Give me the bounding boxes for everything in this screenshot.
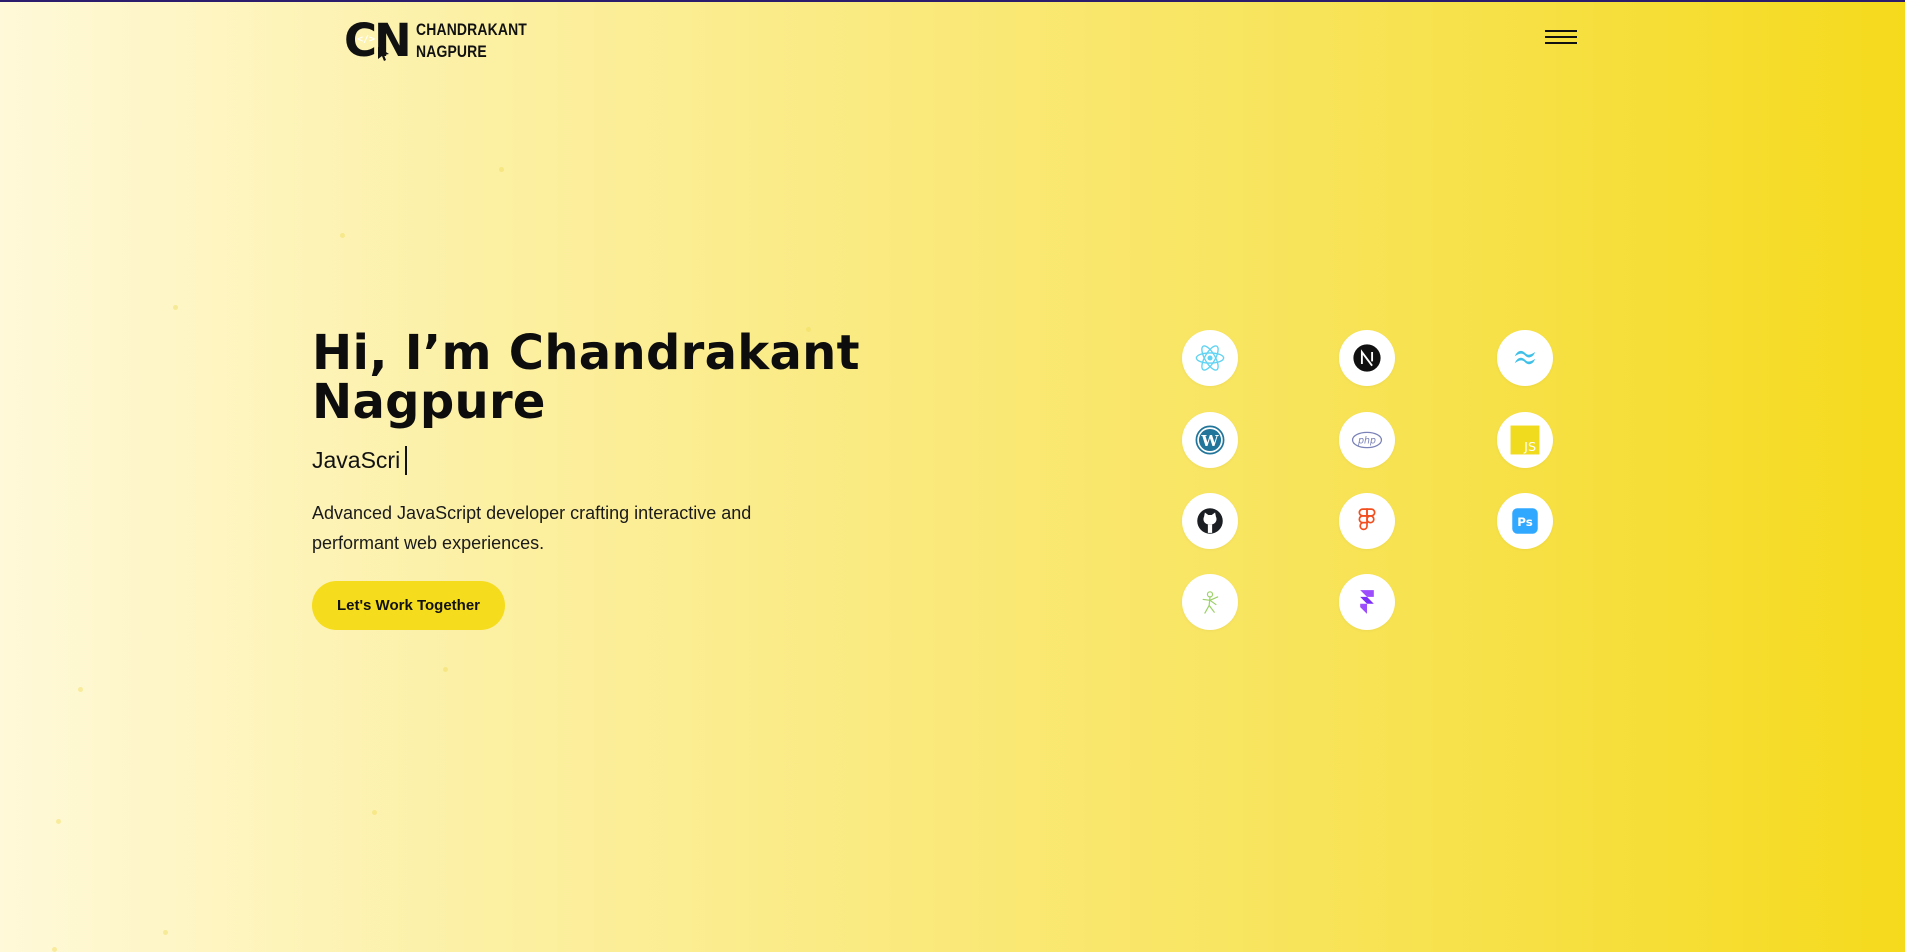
wordpress-logo: W: [1195, 425, 1225, 455]
react-logo: [1195, 345, 1225, 371]
typed-text: JavaScri: [312, 447, 401, 473]
work-together-button[interactable]: Let's Work Together: [312, 581, 505, 630]
framer-icon[interactable]: [1339, 574, 1395, 630]
php-logo: php: [1351, 431, 1383, 449]
cursor-arrow-icon: [378, 47, 389, 61]
wordpress-icon[interactable]: W: [1182, 412, 1238, 468]
php-icon[interactable]: php: [1339, 412, 1395, 468]
hero-title-line-2: Nagpure: [312, 374, 546, 430]
logo-code-glyph: </>: [357, 34, 376, 45]
typing-caret: [405, 445, 408, 475]
logo-wordmark: CHANDRAKANT NAGPURE: [416, 19, 527, 63]
hamburger-menu-button[interactable]: [1545, 30, 1577, 48]
github-logo: [1197, 508, 1223, 534]
background-dot: [78, 687, 83, 692]
hero-description: Advanced JavaScript developer crafting i…: [312, 503, 752, 553]
nextjs-logo: [1353, 344, 1381, 372]
figma-icon[interactable]: [1339, 493, 1395, 549]
javascript-icon[interactable]: JS: [1497, 412, 1553, 468]
svg-text:Ps: Ps: [1517, 515, 1533, 529]
site-logo[interactable]: CN </> CHANDRAKANT NAGPURE: [344, 18, 551, 64]
typed-role-text: JavaScri: [312, 445, 408, 475]
tailwind-icon[interactable]: [1497, 330, 1553, 386]
background-dot: [56, 819, 61, 824]
figma-logo: [1358, 508, 1376, 531]
svg-text:php: php: [1357, 435, 1376, 446]
background-dot: [340, 233, 345, 238]
github-icon[interactable]: [1182, 493, 1238, 549]
javascript-logo: JS: [1510, 425, 1540, 455]
logo-line-2: NAGPURE: [416, 42, 487, 61]
menu-bar: [1545, 30, 1577, 32]
background-dot: [163, 930, 168, 935]
svg-text:JS: JS: [1523, 440, 1536, 455]
threejs-icon[interactable]: [1182, 574, 1238, 630]
background-dot: [443, 667, 448, 672]
hero-title-line-1: Hi, I’m Chandrakant: [312, 325, 860, 381]
photoshop-icon[interactable]: Ps: [1497, 493, 1553, 549]
photoshop-logo: Ps: [1512, 508, 1538, 534]
framer-logo: [1360, 590, 1374, 614]
background-dot: [52, 947, 57, 952]
background-dot: [173, 305, 178, 310]
background-dot: [499, 167, 504, 172]
background-dot: [372, 810, 377, 815]
menu-bar: [1545, 36, 1577, 38]
hero-title: Hi, I’m Chandrakant Nagpure: [312, 329, 872, 427]
svg-text:W: W: [1200, 432, 1219, 450]
logo-mark: CN </>: [344, 18, 414, 64]
logo-line-1: CHANDRAKANT: [416, 20, 527, 39]
react-icon[interactable]: [1182, 330, 1238, 386]
figure-line-logo: [1202, 591, 1219, 614]
tailwind-logo: [1514, 350, 1536, 365]
menu-bar: [1545, 42, 1577, 44]
nextjs-icon[interactable]: [1339, 330, 1395, 386]
